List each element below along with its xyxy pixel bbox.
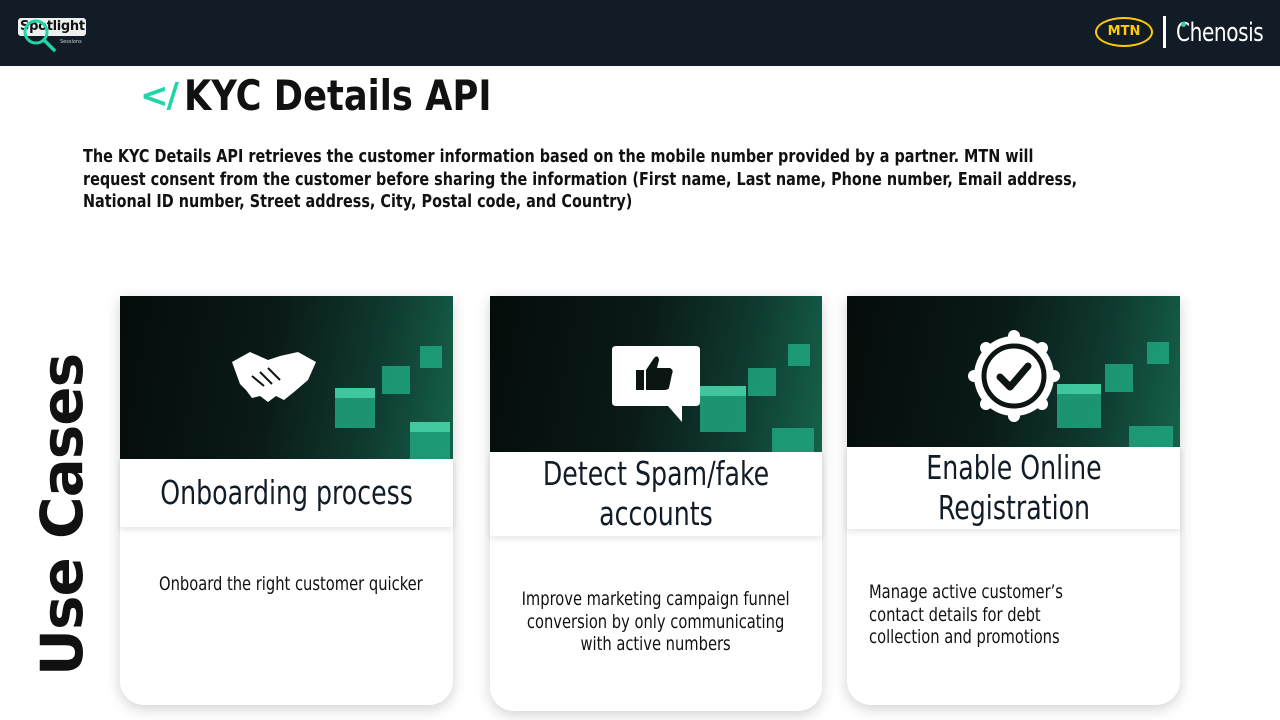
card-image-cubes xyxy=(847,296,1180,447)
api-description: The KYC Details API retrieves the custom… xyxy=(83,146,1078,212)
chenosis-logo-dot xyxy=(1181,22,1186,27)
card-description: Manage active customer’s contact details… xyxy=(869,581,1063,648)
top-header-bar: Spotlight Sessions MTN Chenosis xyxy=(0,0,1280,66)
chenosis-logo: Chenosis xyxy=(1176,18,1264,48)
code-icon: </ xyxy=(140,76,179,116)
use-case-card-onboarding: Onboarding process Onboard the right cus… xyxy=(120,296,453,705)
spotlight-logo: Spotlight Sessions xyxy=(16,14,90,54)
card-heading-box: Enable Online Registration xyxy=(847,447,1180,529)
card-heading-box: Onboarding process xyxy=(120,459,453,527)
magnifier-icon xyxy=(23,19,56,52)
use-case-card-online-registration: Enable Online Registration Manage active… xyxy=(847,296,1180,705)
card-heading-box: Detect Spam/fake accounts xyxy=(490,452,822,536)
mtn-logo: MTN xyxy=(1095,17,1153,47)
section-label-text: Use Cases xyxy=(28,353,96,677)
thumbs-up-speech-bubble-icon xyxy=(612,346,700,422)
card-image-cubes xyxy=(120,296,453,459)
card-image-cubes xyxy=(490,296,822,452)
handshake-icon xyxy=(232,352,316,402)
page-title: KYC Details API xyxy=(184,71,492,120)
card-heading: Detect Spam/fake accounts xyxy=(542,454,770,533)
card-description: Improve marketing campaign funnel conver… xyxy=(521,588,790,655)
card-description: Onboard the right customer quicker xyxy=(159,573,423,595)
verified-badge-icon xyxy=(968,330,1060,422)
logo-divider xyxy=(1163,16,1166,48)
section-label: Use Cases xyxy=(16,354,108,676)
card-heading: Onboarding process xyxy=(160,473,413,512)
use-case-card-spam-detection: Detect Spam/fake accounts Improve market… xyxy=(490,296,822,711)
card-heading: Enable Online Registration xyxy=(925,448,1102,527)
spotlight-logo-subtext: Sessions xyxy=(60,39,82,45)
